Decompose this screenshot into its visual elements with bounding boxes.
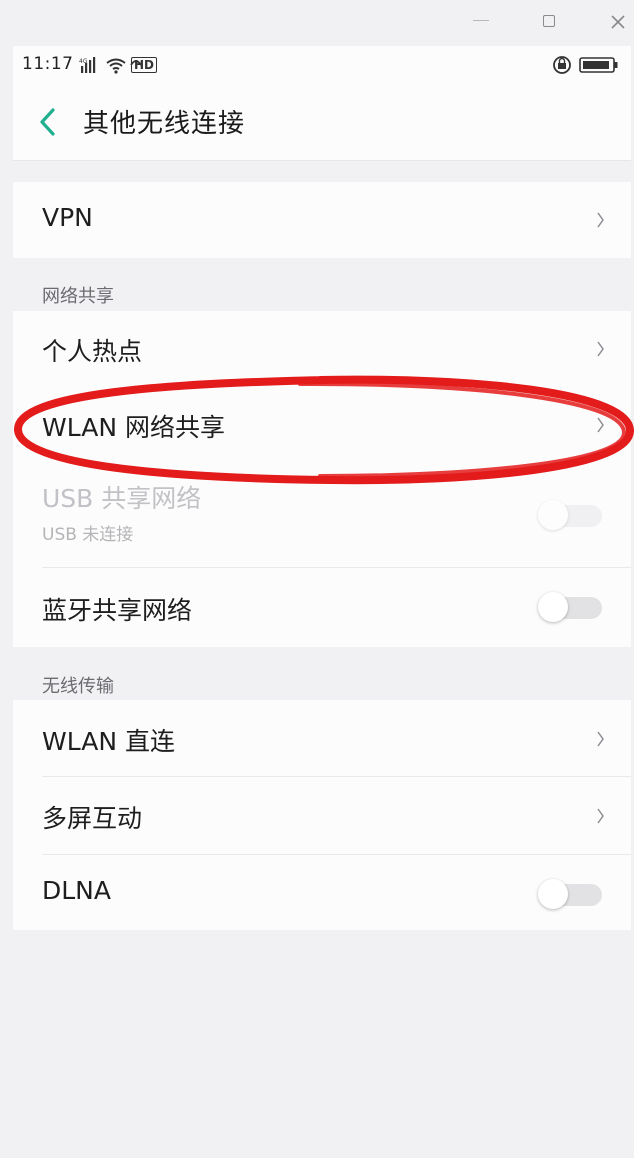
row-label: 蓝牙共享网络 [42,596,193,625]
section-header-wireless: 无线传输 [42,676,114,697]
title-bar: 其他无线连接 [13,84,631,161]
row-label: 多屏互动 [42,804,143,833]
row-sublabel: USB 未连接 [42,525,134,545]
dlna-toggle[interactable] [538,879,602,909]
row-label: WLAN 直连 [42,727,175,756]
list-item-vpn[interactable]: VPN [13,182,631,258]
bluetooth-sharing-toggle[interactable] [538,592,602,622]
row-label: DLNA [42,876,111,905]
list-item-dlna[interactable]: DLNA [13,855,631,930]
row-label: VPN [42,203,93,232]
row-label: WLAN 网络共享 [42,413,225,442]
section-header-sharing: 网络共享 [42,286,114,307]
list-item-multi-screen[interactable]: 多屏互动 [13,777,631,854]
chevron-right-icon [597,212,604,228]
status-time: 11:17 [22,54,74,74]
vpn-group: VPN [13,182,631,258]
battery-icon [579,57,618,73]
hd-badge: HD [131,57,158,73]
chevron-right-icon [597,731,604,747]
minimize-icon[interactable] [473,19,489,22]
page-title: 其他无线连接 [83,109,246,139]
chevron-right-icon [597,417,604,433]
sharing-group: 个人热点 WLAN 网络共享 USB 共享网络 USB 未连接 蓝牙共享网络 [13,311,631,647]
wireless-group: WLAN 直连 多屏互动 DLNA [13,700,631,930]
chevron-right-icon [597,808,604,824]
maximize-icon[interactable] [543,15,555,27]
window-controls [0,0,634,44]
list-item-wlan-direct[interactable]: WLAN 直连 [13,700,631,776]
row-label: 个人热点 [42,337,143,366]
chevron-right-icon [597,341,604,357]
list-item-wlan-sharing[interactable]: WLAN 网络共享 [13,387,631,463]
svg-text:4G: 4G [79,58,88,65]
status-right-icons [553,56,618,74]
close-icon[interactable] [608,12,628,32]
signal-icon: 4G [79,57,96,73]
rotation-lock-icon [553,56,571,74]
row-label: USB 共享网络 [42,484,202,513]
list-item-hotspot[interactable]: 个人热点 [13,311,631,387]
usb-sharing-toggle [538,500,602,530]
list-item-usb-sharing: USB 共享网络 USB 未连接 [13,463,631,567]
back-arrow-icon[interactable] [33,104,63,140]
status-bar: 11:17 4G HD [13,46,631,84]
list-item-bluetooth-sharing[interactable]: 蓝牙共享网络 [13,568,631,647]
phone-screen: 11:17 4G HD 其他无线连接 VPN 网络共享 个人热点 WLAN 网络… [13,46,631,1158]
wifi-icon [106,58,126,74]
